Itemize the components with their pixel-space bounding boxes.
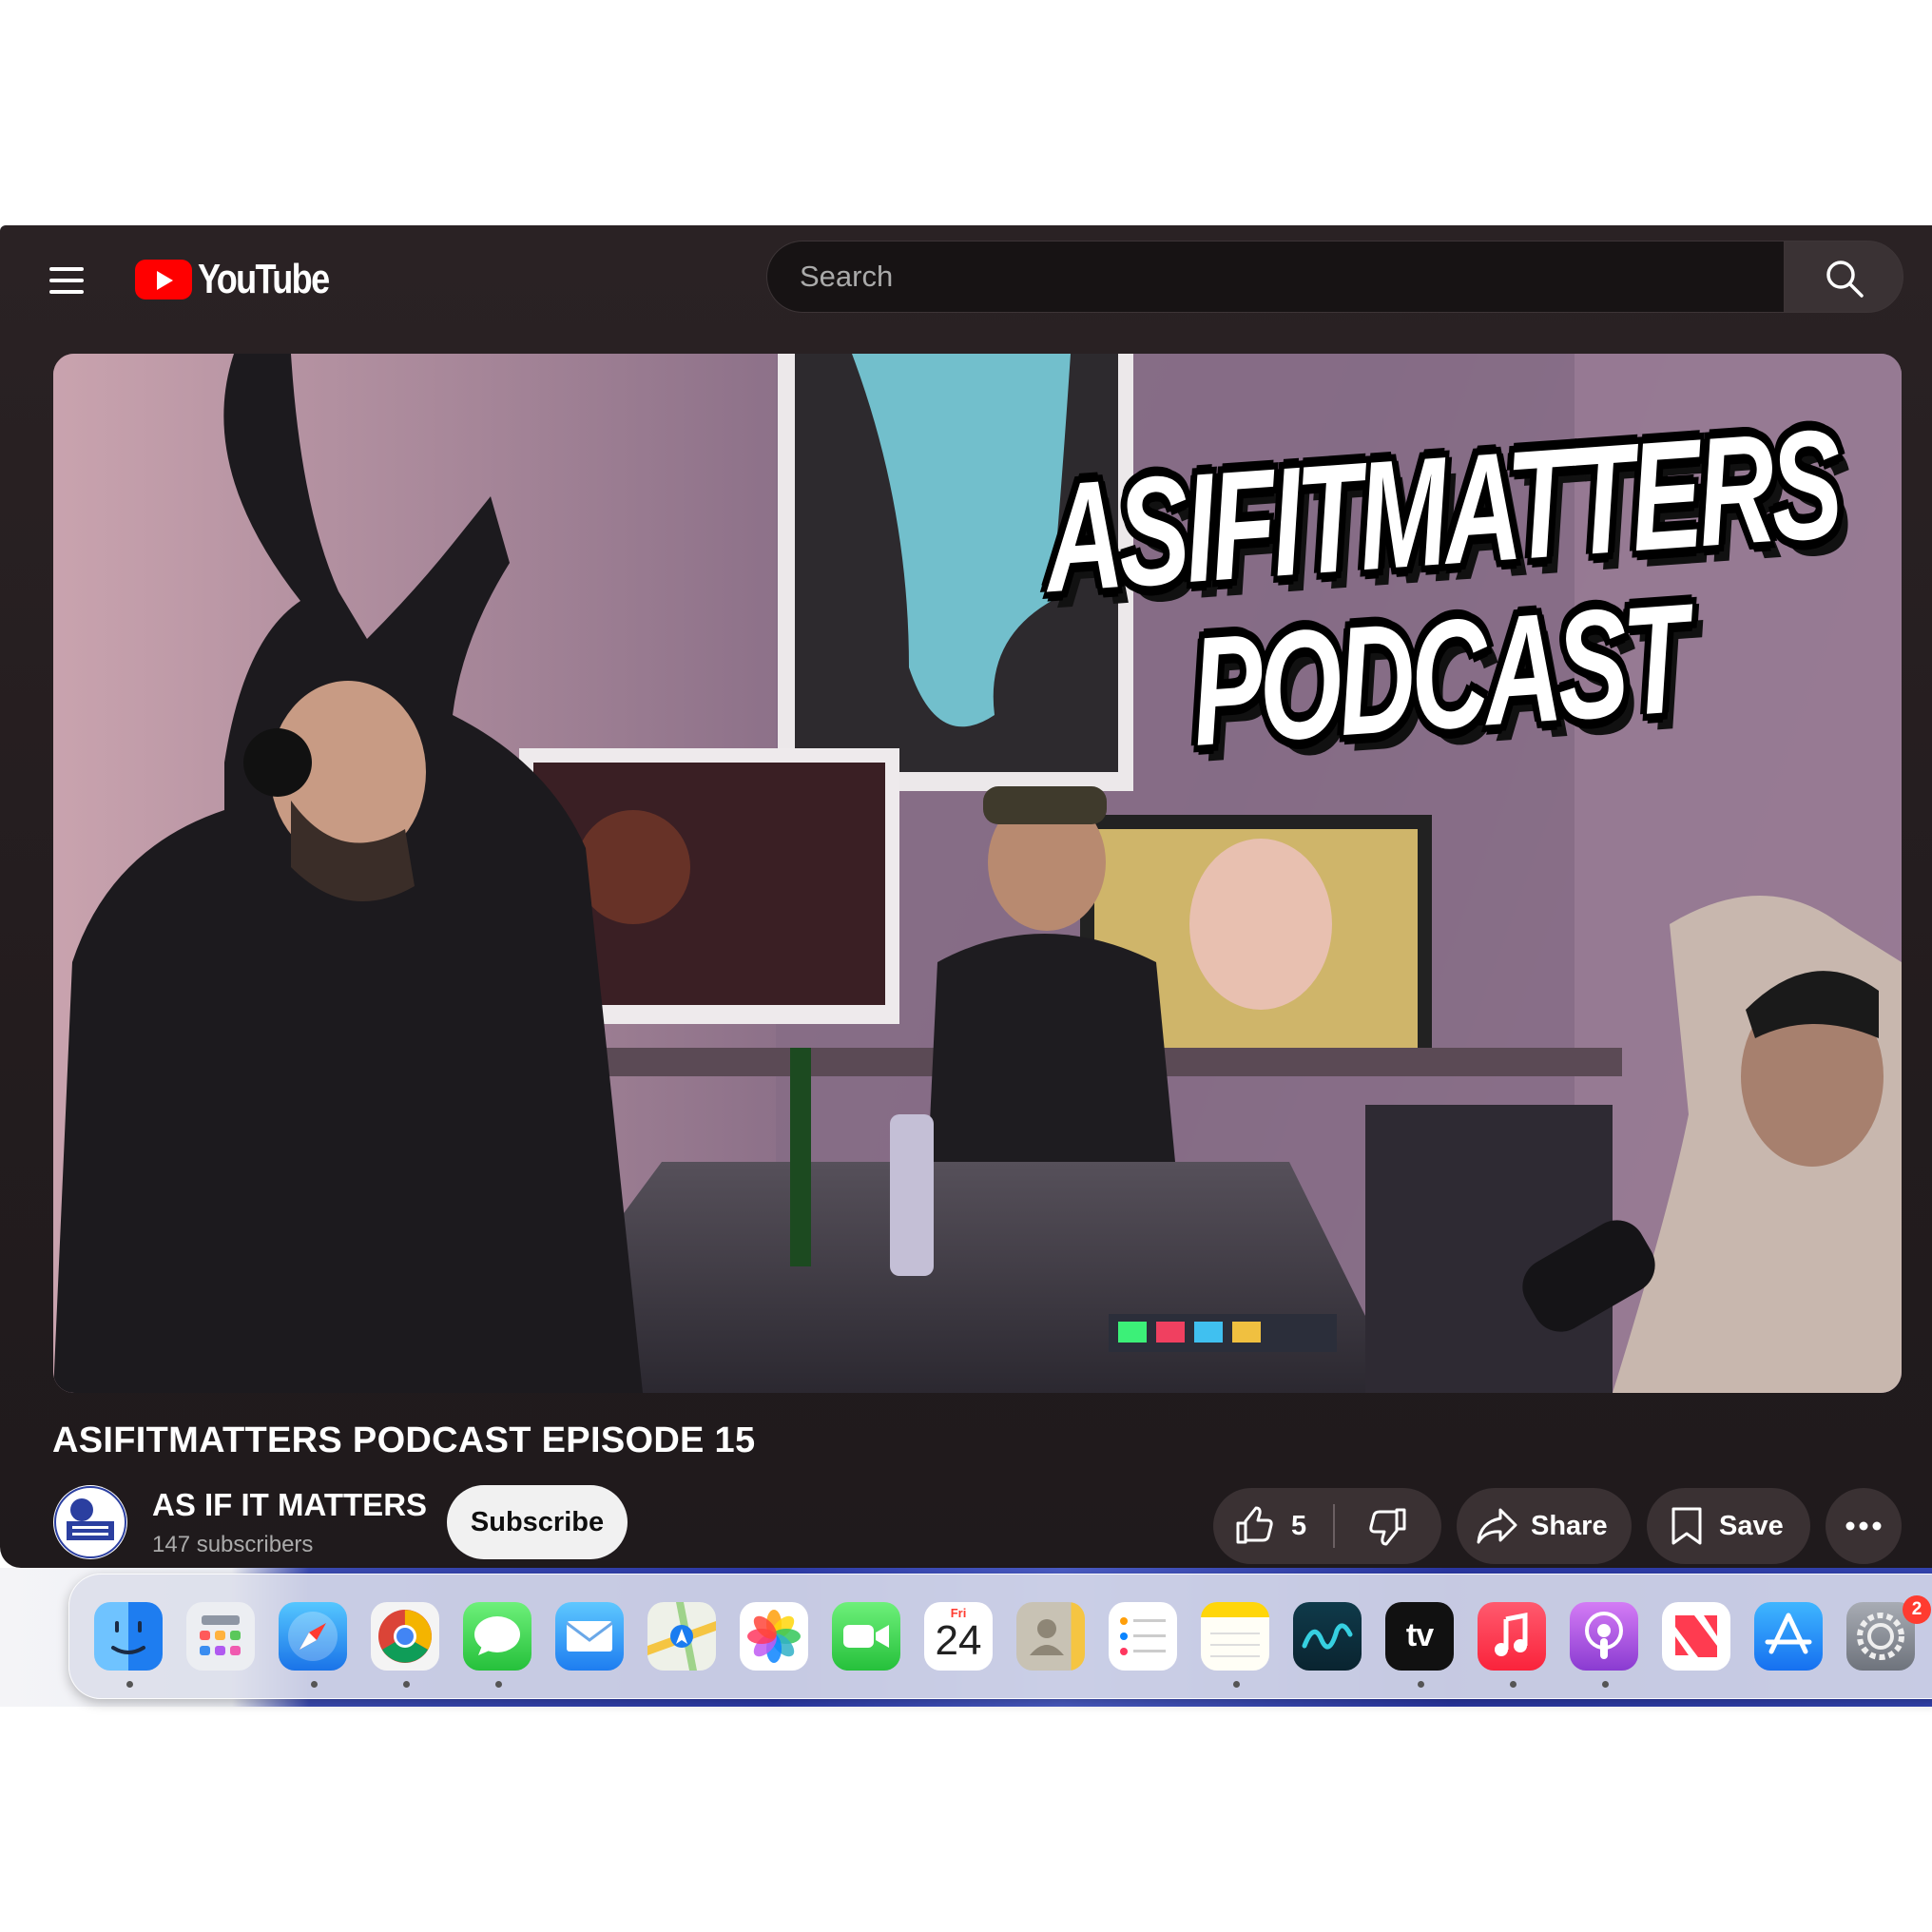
search-icon bbox=[1826, 261, 1864, 298]
search-button[interactable] bbox=[1784, 241, 1903, 313]
finder-running-dot bbox=[126, 1681, 133, 1688]
tv-running-dot bbox=[1418, 1681, 1424, 1688]
launchpad-icon[interactable] bbox=[186, 1602, 255, 1671]
more-actions-button[interactable] bbox=[1826, 1488, 1902, 1564]
like-button[interactable]: 5 bbox=[1213, 1488, 1333, 1564]
bookmark-icon bbox=[1671, 1507, 1702, 1545]
video-player[interactable]: ASIFITMATTERS PODCAST bbox=[53, 354, 1902, 1393]
search-input[interactable] bbox=[798, 259, 1752, 295]
search-box[interactable] bbox=[766, 241, 1784, 313]
photos-icon[interactable] bbox=[740, 1602, 808, 1671]
finder-icon[interactable] bbox=[94, 1602, 163, 1671]
subscriber-count: 147 subscribers bbox=[152, 1532, 314, 1557]
dock: Fri 24 tv 2 bbox=[68, 1574, 1932, 1699]
notes-icon[interactable] bbox=[1201, 1602, 1269, 1671]
messages-icon[interactable] bbox=[463, 1602, 531, 1671]
news-icon[interactable] bbox=[1662, 1602, 1730, 1671]
channel-avatar[interactable] bbox=[53, 1485, 127, 1559]
subscribe-button[interactable]: Subscribe bbox=[447, 1485, 628, 1559]
like-count: 5 bbox=[1291, 1510, 1307, 1541]
like-dislike-group: 5 bbox=[1213, 1488, 1441, 1564]
reminders-icon[interactable] bbox=[1109, 1602, 1177, 1671]
freeform-icon[interactable] bbox=[1293, 1602, 1362, 1671]
chrome-running-dot bbox=[403, 1681, 410, 1688]
maps-icon[interactable] bbox=[647, 1602, 716, 1671]
youtube-logo[interactable]: YouTube bbox=[135, 256, 357, 302]
facetime-icon[interactable] bbox=[832, 1602, 900, 1671]
menu-icon[interactable] bbox=[48, 265, 86, 296]
notes-running-dot bbox=[1233, 1681, 1240, 1688]
contacts-icon[interactable] bbox=[1016, 1602, 1085, 1671]
youtube-window: YouTube Search ASIFITMATTERS PODCAST ASI… bbox=[0, 225, 1932, 1568]
safari-icon[interactable] bbox=[279, 1602, 347, 1671]
share-icon bbox=[1477, 1508, 1517, 1544]
dislike-button[interactable] bbox=[1335, 1488, 1441, 1564]
calendar-icon[interactable]: Fri 24 bbox=[924, 1602, 993, 1671]
mail-icon[interactable] bbox=[555, 1602, 624, 1671]
save-button[interactable]: Save bbox=[1647, 1488, 1810, 1564]
channel-name[interactable]: AS IF IT MATTERS bbox=[152, 1487, 427, 1523]
music-icon[interactable] bbox=[1478, 1602, 1546, 1671]
podcasts-running-dot bbox=[1602, 1681, 1609, 1688]
apple-tv-icon[interactable]: tv bbox=[1385, 1602, 1454, 1671]
music-running-dot bbox=[1510, 1681, 1517, 1688]
more-horizontal-icon bbox=[1845, 1521, 1882, 1531]
share-button[interactable]: Share bbox=[1457, 1488, 1632, 1564]
thumbs-down-icon bbox=[1369, 1508, 1406, 1546]
chrome-icon[interactable] bbox=[371, 1602, 439, 1671]
podcasts-icon[interactable] bbox=[1570, 1602, 1638, 1671]
youtube-play-icon bbox=[135, 260, 192, 299]
share-label: Share bbox=[1531, 1510, 1608, 1541]
calendar-date: 24 bbox=[935, 1617, 982, 1664]
youtube-logo-text: YouTube bbox=[198, 256, 330, 302]
messages-running-dot bbox=[495, 1681, 502, 1688]
video-title: ASIFITMATTERS PODCAST EPISODE 15 bbox=[52, 1420, 756, 1460]
apple-tv-label: tv bbox=[1405, 1617, 1434, 1653]
thumbs-up-icon bbox=[1236, 1506, 1273, 1544]
app-store-icon[interactable] bbox=[1754, 1602, 1823, 1671]
save-label: Save bbox=[1719, 1510, 1784, 1541]
settings-notification-badge: 2 bbox=[1903, 1595, 1931, 1624]
thumbnail-title: ASIFITMATTERS PODCAST bbox=[985, 397, 1902, 779]
channel-logo bbox=[54, 1486, 126, 1558]
safari-running-dot bbox=[311, 1681, 318, 1688]
